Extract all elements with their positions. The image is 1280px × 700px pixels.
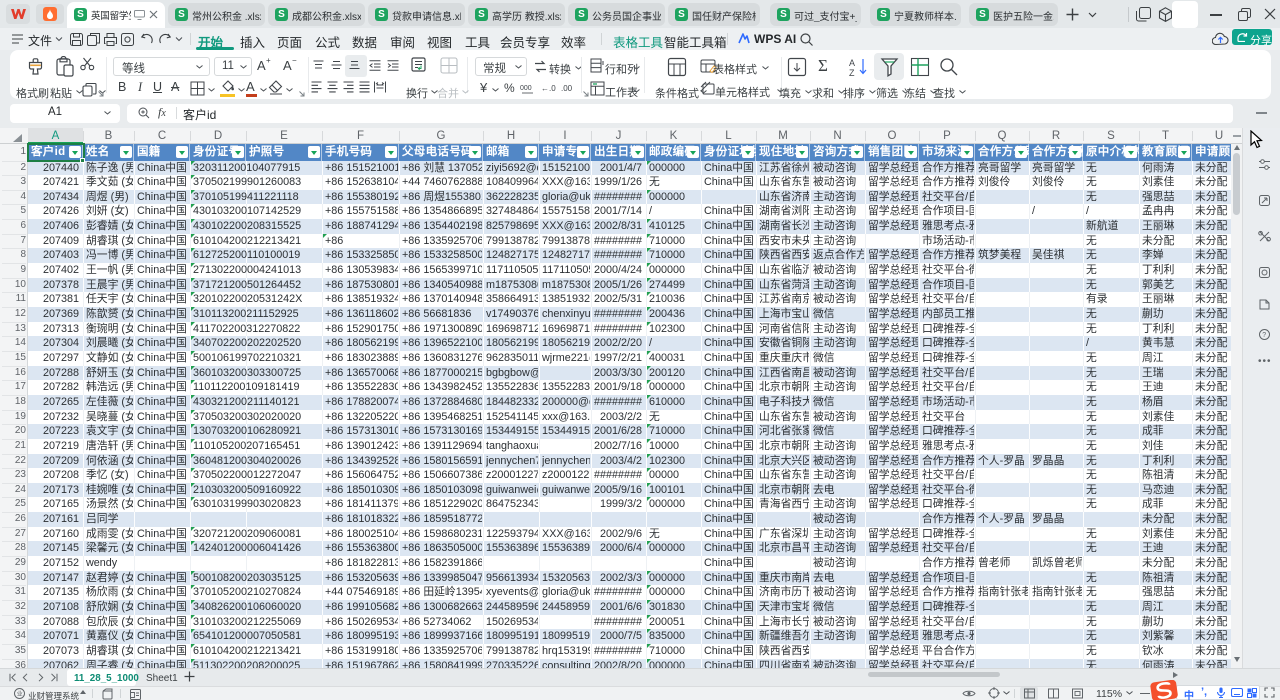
- svg-text:.00: .00: [561, 84, 573, 93]
- svg-text:←.0: ←.0: [541, 84, 556, 93]
- svg-text:?: ?: [1262, 332, 1266, 339]
- svg-text:Z: Z: [849, 68, 855, 77]
- svg-text:A: A: [849, 58, 855, 68]
- svg-text:000: 000: [520, 85, 532, 92]
- svg-text:业: 业: [17, 690, 23, 698]
